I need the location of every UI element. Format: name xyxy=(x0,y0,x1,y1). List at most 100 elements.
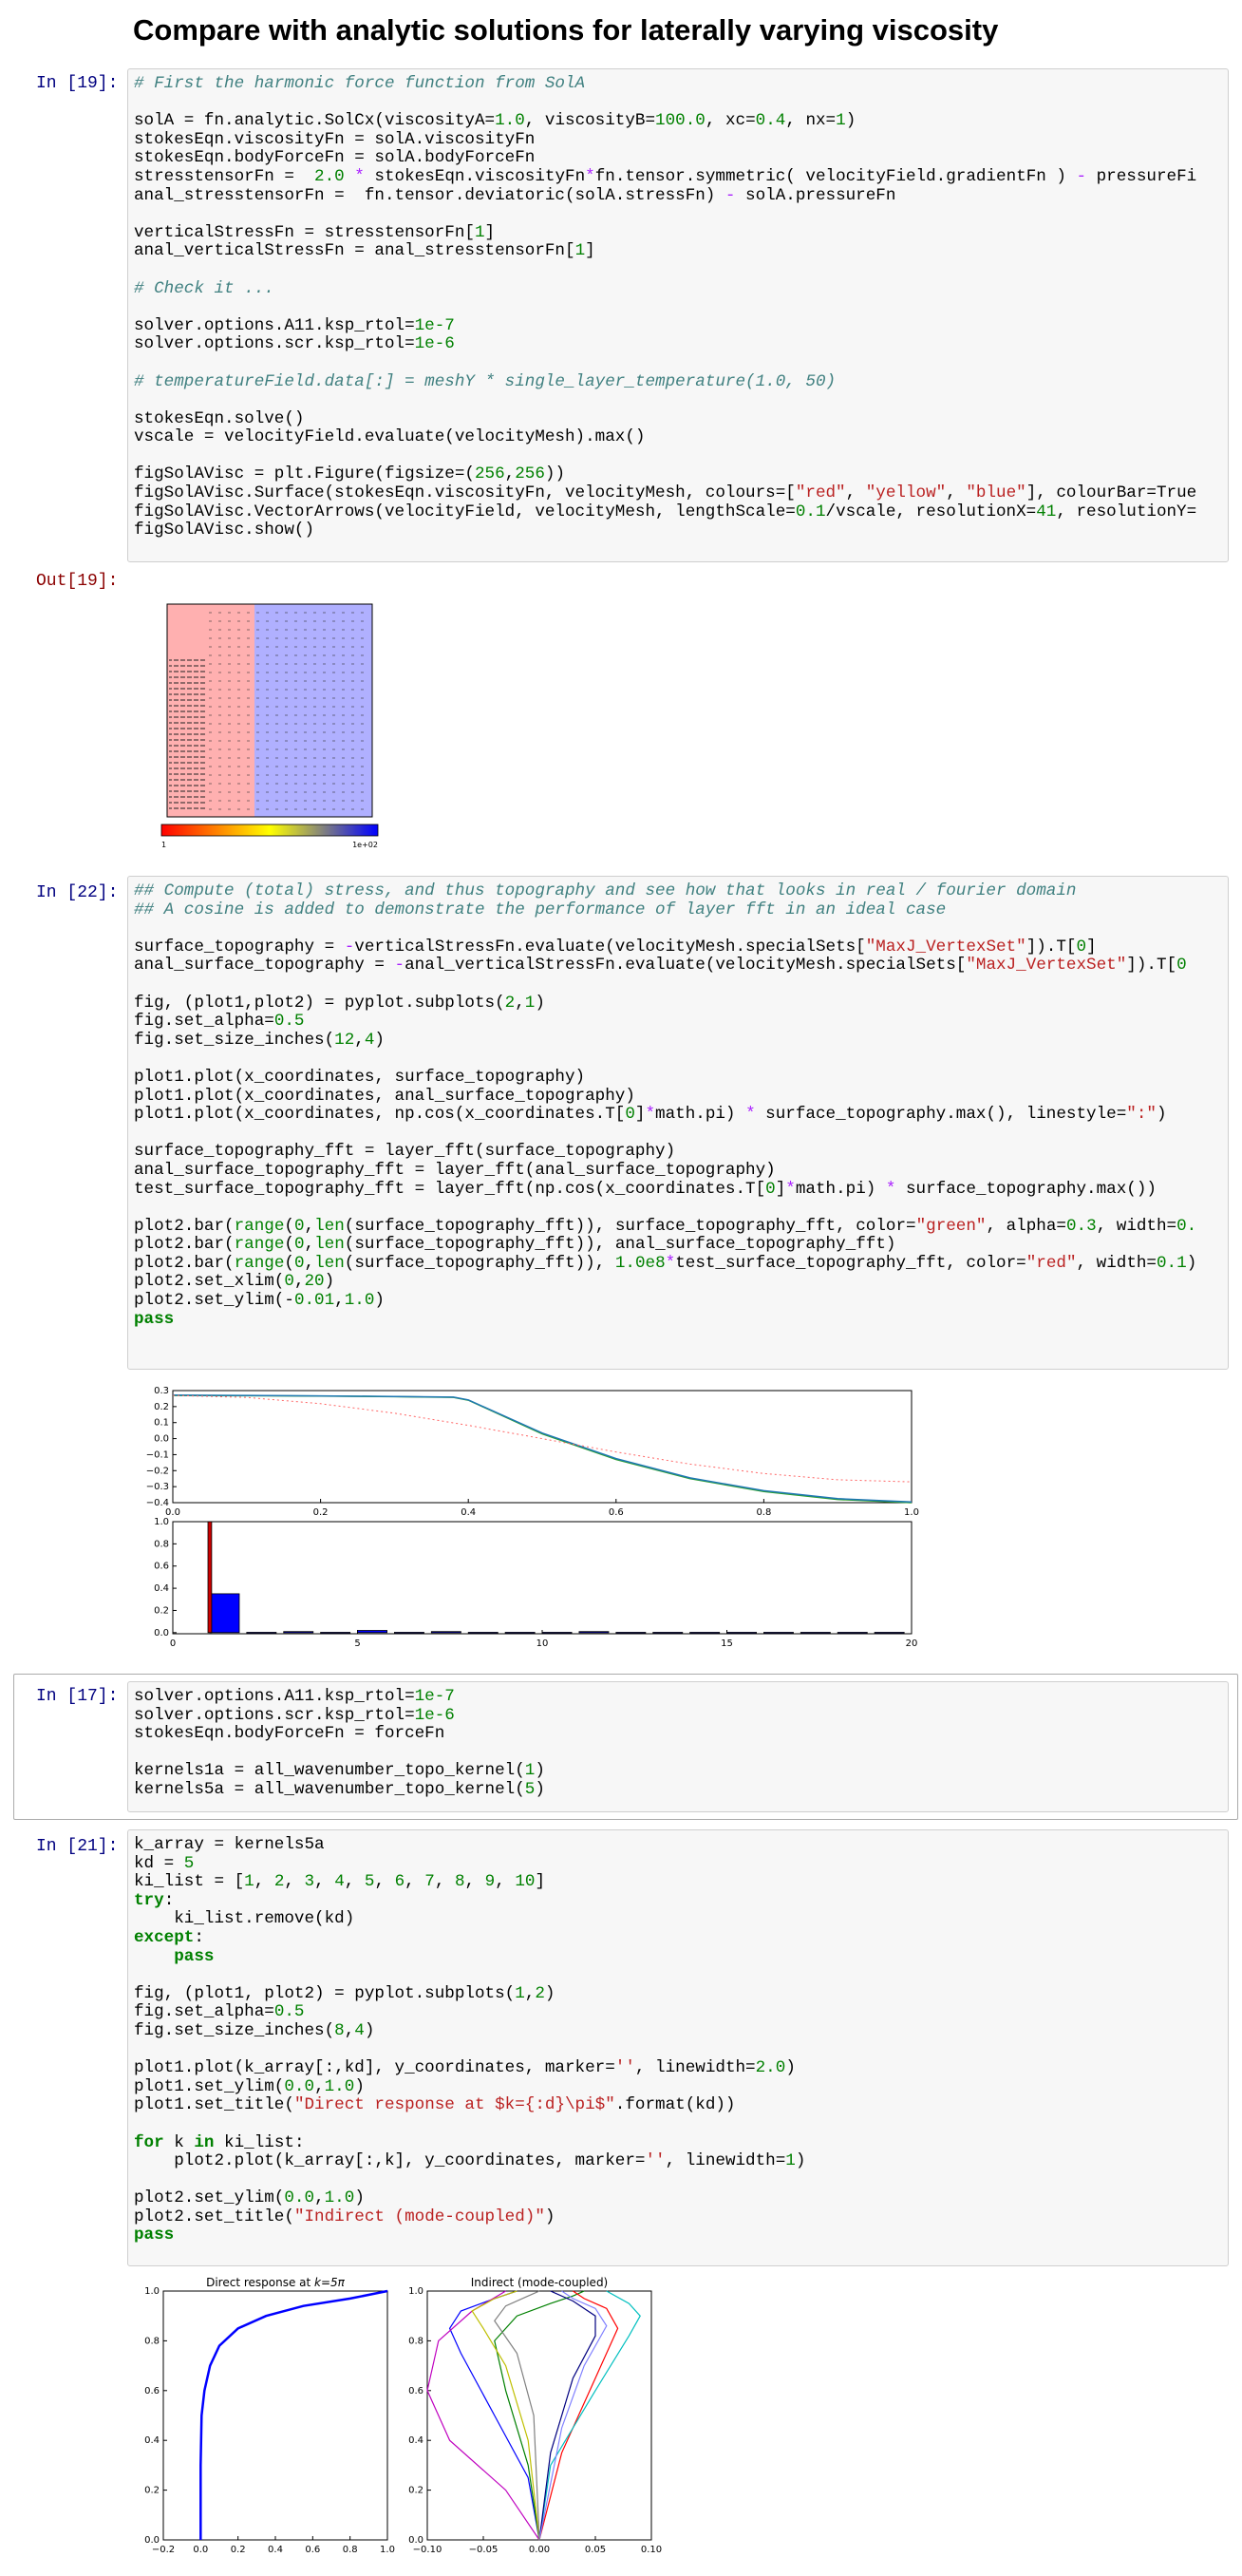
cell-21-code[interactable]: k_array = kernels5a kd = 5 ki_list = [1,… xyxy=(127,1829,1229,2266)
indirect-response-line xyxy=(494,2290,585,2541)
cell-19-prompt: In [19]: xyxy=(36,74,119,93)
fft-bar xyxy=(615,1632,647,1634)
indirect-response-line xyxy=(448,2290,540,2541)
topography-xtick-label: 0.6 xyxy=(609,1507,624,1518)
direct-response-xtick-label: 0.2 xyxy=(231,2545,246,2555)
direct-response-title: Direct response at k=5π xyxy=(206,2276,346,2289)
cell-22-output-figure: 0.30.20.10.0−0.1−0.2−0.3−0.40.0 0.2 0.4 0.6… xyxy=(146,1386,919,1649)
fft-ytick-label: 0.4 xyxy=(154,1583,169,1594)
fft-ytick-label: 0.2 xyxy=(154,1605,169,1616)
fft-bar xyxy=(209,1593,240,1634)
direct-response-xtick-label: 1.0 xyxy=(380,2545,395,2555)
indirect-response-ytick-label: 1.0 xyxy=(408,2286,423,2297)
topography-ytick-label: 0.1 xyxy=(154,1418,169,1429)
indirect-response-title: Indirect (mode-coupled) xyxy=(471,2276,609,2289)
cell-19-source[interactable]: # First the harmonic force function from… xyxy=(128,69,1228,546)
cell-22-source[interactable]: ## Compute (total) stress, and thus topo… xyxy=(128,877,1228,1335)
velocity-arrows-dense xyxy=(169,657,207,809)
indirect-response-ytick-label: 0.4 xyxy=(408,2435,423,2446)
indirect-response-xtick-label: −0.10 xyxy=(413,2545,442,2555)
topography-ytick-label: 0.2 xyxy=(154,1402,169,1412)
indirect-response-ytick-label: 0.8 xyxy=(408,2336,423,2346)
cell-22-prompt: In [22]: xyxy=(36,883,119,902)
fft-ytick-label: 0.8 xyxy=(154,1539,169,1549)
fft-bar xyxy=(467,1632,499,1634)
direct-response-xtick-label: 0.6 xyxy=(305,2545,320,2555)
fft-bar xyxy=(578,1631,610,1634)
topography-ytick-label: −0.2 xyxy=(146,1466,169,1476)
cell-17-source[interactable]: solver.options.A11.ksp_rtol=1e-7 solver.… xyxy=(128,1682,1228,1806)
fft-bar xyxy=(207,1521,213,1634)
indirect-response-ytick-label: 0.2 xyxy=(408,2486,423,2496)
direct-response-xtick-label: 0.4 xyxy=(268,2545,283,2555)
topography-ytick-label: −0.1 xyxy=(146,1449,169,1460)
cell-19-out-prompt: Out[19]: xyxy=(36,572,119,591)
indirect-response-xtick-label: 0.00 xyxy=(529,2545,550,2555)
topography-series-line xyxy=(172,1393,913,1503)
fft-bar xyxy=(504,1632,536,1634)
indirect-response-line xyxy=(538,2290,619,2541)
fft-xtick-label: 5 xyxy=(354,1638,360,1649)
fft-bar xyxy=(874,1632,905,1634)
fft-bar xyxy=(393,1632,424,1634)
cell-17-prompt: In [17]: xyxy=(36,1687,119,1706)
direct-response-xtick-label: 0.0 xyxy=(193,2545,208,2555)
colourbar-max-label: 1e+02 xyxy=(352,841,378,849)
topography-xtick-label: 1.0 xyxy=(904,1507,919,1518)
cell-19-output-figure: 1 1e+02 xyxy=(160,603,379,849)
direct-response-ytick-label: 1.0 xyxy=(144,2286,160,2297)
indirect-response-xtick-label: 0.10 xyxy=(641,2545,662,2555)
indirect-response-line xyxy=(538,2290,596,2541)
fft-bar xyxy=(763,1632,794,1634)
section-heading: Compare with analytic solutions for late… xyxy=(133,13,999,47)
direct-response-ytick-label: 0.6 xyxy=(144,2386,160,2396)
topography-ytick-label: 0.3 xyxy=(154,1386,169,1396)
topography-series-line xyxy=(172,1394,913,1504)
fft-xtick-label: 15 xyxy=(721,1638,733,1649)
indirect-response-xtick-label: 0.05 xyxy=(585,2545,606,2555)
direct-response-ytick-label: 0.2 xyxy=(144,2486,160,2496)
indirect-response-ytick-label: 0.6 xyxy=(408,2386,423,2396)
fft-bar xyxy=(541,1632,573,1634)
fft-bar xyxy=(800,1632,831,1634)
cell-19-code[interactable]: # First the harmonic force function from… xyxy=(127,68,1229,562)
cell-21-source[interactable]: k_array = kernels5a kd = 5 ki_list = [1,… xyxy=(128,1830,1228,2251)
indirect-response-line xyxy=(538,2290,641,2541)
topography-series-line xyxy=(172,1394,913,1483)
fft-ytick-label: 0.0 xyxy=(154,1628,169,1638)
topography-ytick-label: 0.0 xyxy=(154,1434,169,1445)
indirect-response-xtick-label: −0.05 xyxy=(469,2545,499,2555)
direct-response-xtick-label: 0.8 xyxy=(343,2545,358,2555)
fft-ytick-label: 0.6 xyxy=(154,1562,169,1572)
fft-plot-frame xyxy=(172,1521,913,1635)
fft-xtick-label: 0 xyxy=(170,1638,176,1649)
direct-response-ytick-label: 0.8 xyxy=(144,2336,160,2346)
direct-response-ytick-label: 0.4 xyxy=(144,2435,160,2446)
topography-xtick-label: 0.2 xyxy=(313,1507,329,1518)
colourbar xyxy=(160,824,379,837)
fft-bar xyxy=(357,1630,388,1634)
fft-xtick-label: 10 xyxy=(536,1638,549,1649)
topography-xtick-label: 0.4 xyxy=(461,1507,476,1518)
fft-bar xyxy=(726,1632,758,1634)
fft-bar xyxy=(246,1632,277,1634)
fft-xtick-label: 20 xyxy=(906,1638,918,1649)
topography-ytick-label: −0.3 xyxy=(146,1482,169,1492)
fft-bar xyxy=(652,1632,684,1634)
colourbar-min-label: 1 xyxy=(161,841,166,849)
fft-bar xyxy=(283,1631,314,1634)
direct-response-plot-frame xyxy=(162,2290,388,2541)
fft-ytick-label: 1.0 xyxy=(154,1517,169,1527)
topography-plot-frame xyxy=(172,1390,913,1504)
fft-bar xyxy=(837,1632,868,1634)
direct-response-line xyxy=(199,2289,388,2540)
cell-22-code[interactable]: ## Compute (total) stress, and thus topo… xyxy=(127,876,1229,1370)
velocity-arrows-light xyxy=(207,610,368,813)
fft-bar xyxy=(430,1631,461,1634)
cell-21-prompt: In [21]: xyxy=(36,1837,119,1856)
direct-response-xtick-label: −0.2 xyxy=(152,2545,175,2555)
fft-bar xyxy=(689,1632,721,1634)
cell-17-code[interactable]: solver.options.A11.ksp_rtol=1e-7 solver.… xyxy=(127,1681,1229,1812)
topography-xtick-label: 0.8 xyxy=(756,1507,771,1518)
cell-21-output-figure: Direct response at k=5π 1.0 0.8 0.6 0.4 0.2 0.… xyxy=(144,2276,662,2555)
